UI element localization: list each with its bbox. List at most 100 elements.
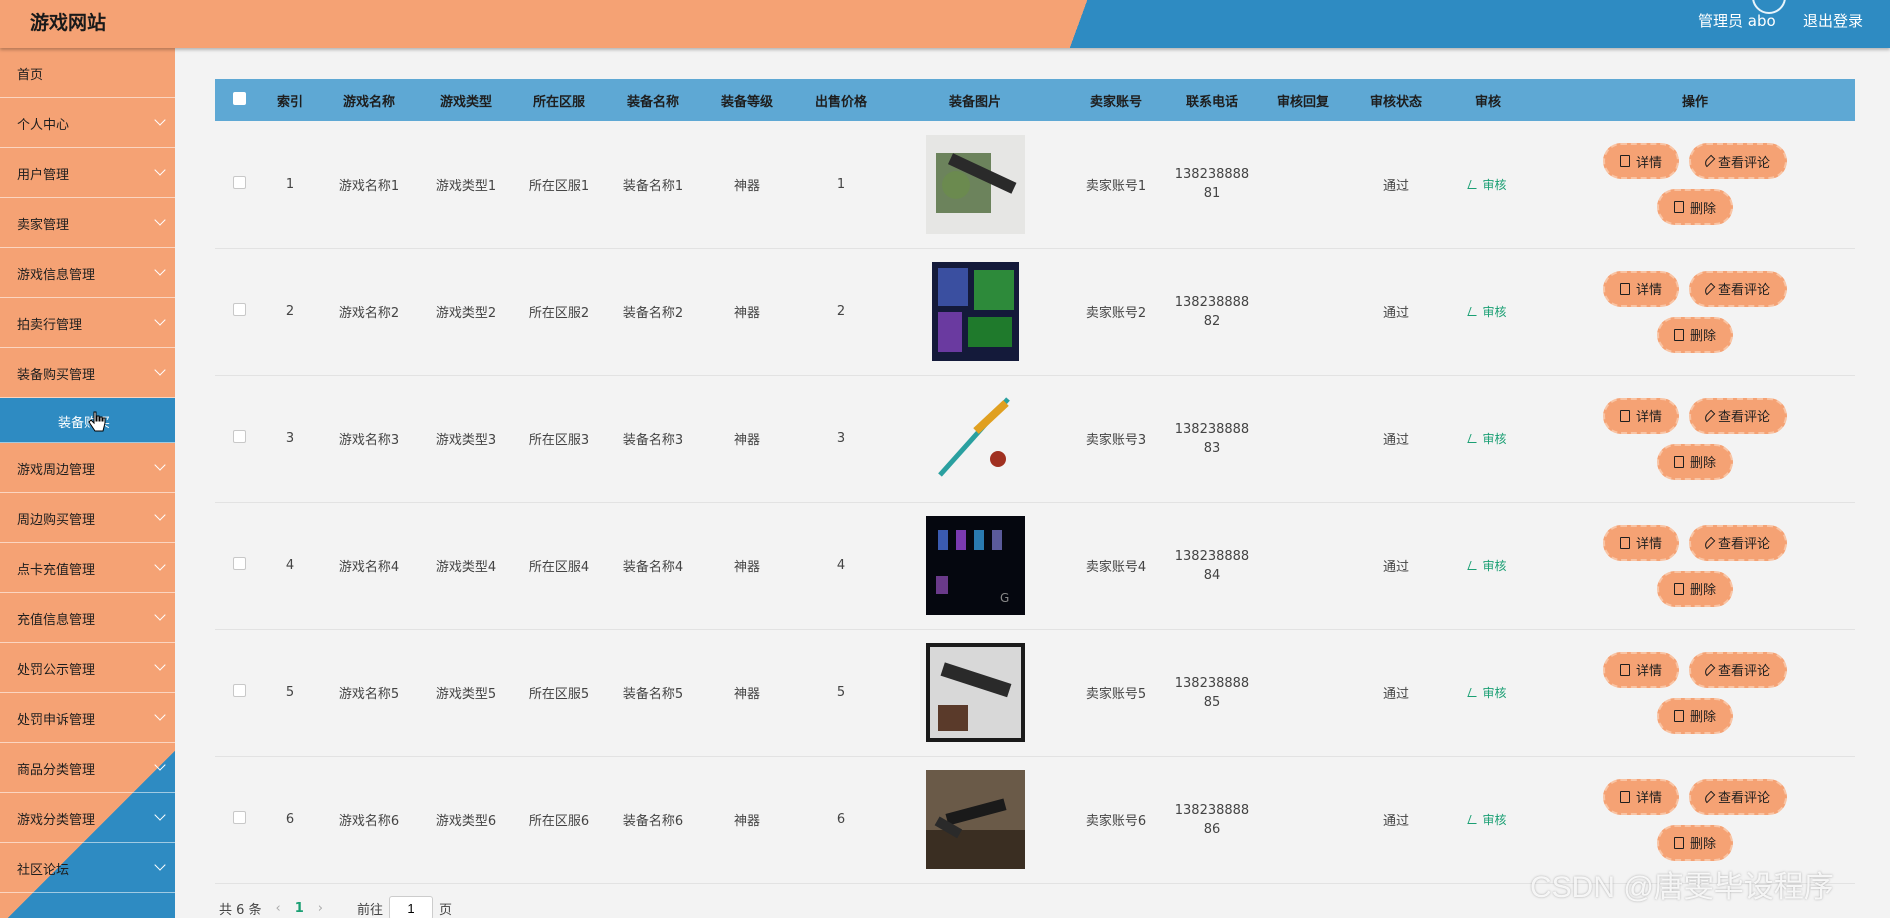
audit-link[interactable]: 审核	[1467, 559, 1507, 573]
sidebar-item-after-3[interactable]: 充值信息管理	[0, 593, 175, 643]
view-comments-button[interactable]: 查看评论	[1689, 778, 1788, 815]
row-checkbox[interactable]	[232, 557, 246, 570]
audit-link[interactable]: 审核	[1467, 432, 1507, 446]
cell-phone: 138238888 82	[1169, 248, 1255, 375]
detail-label: 详情	[1635, 664, 1662, 679]
row-checkbox[interactable]	[232, 811, 246, 824]
delete-button[interactable]: 删除	[1656, 316, 1733, 353]
chevron-down-icon	[154, 709, 166, 721]
detail-button[interactable]: 详情	[1602, 143, 1679, 180]
cell-audit: 审核	[1441, 121, 1535, 248]
row-select-cell[interactable]	[215, 248, 263, 375]
column-header: 审核状态	[1369, 94, 1422, 110]
sidebar-item-0[interactable]: 首页	[0, 48, 175, 98]
equipment-image[interactable]	[926, 262, 1025, 361]
sidebar-item-after-4[interactable]: 处罚公示管理	[0, 643, 175, 693]
cell-price: 6	[836, 812, 846, 827]
cell-index: 1	[285, 176, 295, 192]
delete-button[interactable]: 删除	[1656, 697, 1733, 734]
table-row: 4 游戏名称4 游戏类型4 所在区服4 装备名称4 神器 4 G 卖家账号4 138238888 8…	[215, 502, 1855, 629]
delete-button[interactable]: 删除	[1656, 570, 1733, 607]
delete-button[interactable]: 删除	[1656, 443, 1733, 480]
trash-icon	[1673, 709, 1684, 722]
sidebar-item-after-5[interactable]: 处罚申诉管理	[0, 693, 175, 743]
select-all-checkbox[interactable]	[232, 91, 246, 105]
cell-image	[887, 629, 1063, 756]
audit-label: 审核	[1482, 813, 1507, 827]
equipment-image[interactable]	[925, 134, 1025, 234]
audit-link[interactable]: 审核	[1467, 686, 1507, 700]
detail-button[interactable]: 详情	[1602, 651, 1679, 688]
view-comments-button[interactable]: 查看评论	[1689, 397, 1788, 434]
sidebar-item-6[interactable]: 装备购买管理	[0, 348, 175, 398]
sidebar-item-after-2[interactable]: 点卡充值管理	[0, 543, 175, 593]
chevron-down-icon	[154, 559, 166, 571]
sidebar-subitem-equipment-purchase[interactable]: 装备购买	[0, 398, 175, 443]
phone-line-2: 81	[1203, 186, 1221, 202]
row-select-cell[interactable]	[215, 121, 263, 248]
page-suffix: 页	[439, 902, 453, 918]
sidebar-item-1[interactable]: 个人中心	[0, 98, 175, 148]
current-user: 管理员 abo	[1698, 12, 1776, 30]
equipment-image[interactable]: G	[925, 516, 1025, 615]
equipment-image[interactable]	[925, 389, 1025, 488]
sidebar-item-4[interactable]: 游戏信息管理	[0, 248, 175, 298]
detail-button[interactable]: 详情	[1602, 778, 1679, 815]
sidebar-item-after-7[interactable]: 游戏分类管理	[0, 793, 175, 843]
detail-button[interactable]: 详情	[1602, 397, 1679, 434]
table-row: 2 游戏名称2 游戏类型2 所在区服2 装备名称2 神器 2 卖家账号2 138238888 82…	[215, 248, 1855, 375]
row-checkbox[interactable]	[232, 175, 246, 189]
sidebar-item-after-1[interactable]: 周边购买管理	[0, 493, 175, 543]
sidebar-item-label: 游戏分类管理	[17, 813, 96, 828]
sidebar-item-3[interactable]: 卖家管理	[0, 198, 175, 248]
cell-server: 所在区服4	[528, 560, 590, 575]
row-select-cell[interactable]	[215, 756, 263, 883]
row-select-cell[interactable]	[215, 375, 263, 502]
delete-button[interactable]: 删除	[1656, 824, 1733, 861]
audit-link[interactable]: 审核	[1467, 305, 1507, 319]
row-checkbox[interactable]	[232, 684, 246, 697]
equipment-image[interactable]	[925, 643, 1025, 742]
view-comments-button[interactable]: 查看评论	[1689, 143, 1788, 180]
next-page-button[interactable]: ›	[318, 901, 323, 916]
sidebar-item-after-6[interactable]: 商品分类管理	[0, 743, 175, 793]
view-comments-button[interactable]: 查看评论	[1689, 524, 1788, 561]
chevron-down-icon	[154, 509, 166, 521]
cell-seller: 卖家账号2	[1085, 306, 1147, 321]
cell-seller: 卖家账号4	[1085, 560, 1147, 575]
delete-button[interactable]: 删除	[1656, 189, 1733, 226]
row-select-cell[interactable]	[215, 502, 263, 629]
page-1-button[interactable]: 1	[295, 901, 304, 916]
row-checkbox[interactable]	[232, 303, 246, 316]
document-icon	[1619, 790, 1630, 803]
sidebar-item-label: 卖家管理	[17, 218, 70, 233]
audit-link[interactable]: 审核	[1467, 177, 1507, 192]
sidebar-item-after-8[interactable]: 社区论坛	[0, 843, 175, 893]
detail-button[interactable]: 详情	[1602, 270, 1679, 307]
table-row: 3 游戏名称3 游戏类型3 所在区服3 装备名称3 神器 3 卖家账号3 138238888 83…	[215, 375, 1855, 502]
sidebar-item-2[interactable]: 用户管理	[0, 148, 175, 198]
edit-icon	[1467, 561, 1481, 570]
goto-page-input[interactable]	[389, 896, 434, 918]
audit-label: 审核	[1482, 177, 1507, 192]
equipment-image[interactable]	[925, 770, 1025, 869]
view-comments-button[interactable]: 查看评论	[1689, 270, 1788, 307]
phone-line-2: 86	[1203, 821, 1221, 837]
logout-link[interactable]: 退出登录	[1803, 10, 1863, 31]
cell-seller: 卖家账号5	[1085, 687, 1147, 702]
cell-status: 通过	[1382, 687, 1409, 702]
view-comments-button[interactable]: 查看评论	[1689, 651, 1788, 688]
cell-phone: 138238888 84	[1169, 502, 1255, 629]
sidebar-item-5[interactable]: 拍卖行管理	[0, 298, 175, 348]
cell-price: 4	[836, 558, 846, 573]
row-select-cell[interactable]	[215, 629, 263, 756]
row-checkbox[interactable]	[232, 430, 246, 443]
audit-link[interactable]: 审核	[1467, 813, 1507, 827]
cell-phone: 138238888 81	[1169, 121, 1255, 248]
detail-label: 详情	[1635, 537, 1662, 552]
detail-button[interactable]: 详情	[1602, 524, 1679, 561]
select-all-cell[interactable]	[215, 79, 263, 121]
prev-page-button[interactable]: ‹	[276, 901, 281, 916]
sidebar-item-after-0[interactable]: 游戏周边管理	[0, 443, 175, 493]
column-header: 索引	[276, 94, 303, 110]
